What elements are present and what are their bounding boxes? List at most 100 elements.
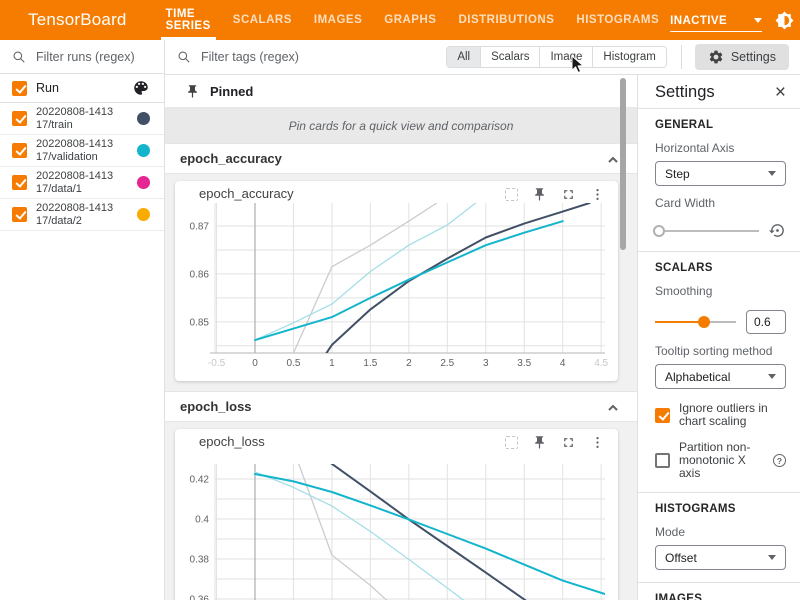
tag-filter-input[interactable] bbox=[199, 49, 446, 65]
tab-scalars[interactable]: SCALARS bbox=[222, 0, 303, 40]
chevron-down-icon bbox=[768, 171, 776, 176]
tag-filter-all[interactable]: All bbox=[447, 47, 480, 67]
run-checkbox[interactable] bbox=[12, 175, 27, 190]
svg-text:4.5: 4.5 bbox=[594, 358, 608, 369]
smoothing-slider[interactable] bbox=[655, 316, 736, 328]
run-row[interactable]: 20220808-141317/validation bbox=[0, 135, 164, 167]
close-icon[interactable]: × bbox=[775, 85, 786, 101]
tab-histograms[interactable]: HISTOGRAMS bbox=[565, 0, 670, 40]
run-name: 20220808-141317/data/2 bbox=[36, 202, 118, 227]
tag-filter-row bbox=[165, 49, 446, 65]
runs-column-header: Run bbox=[36, 81, 59, 95]
runs-sidebar: Run 20220808-141317/train 20220808-141317… bbox=[0, 40, 165, 600]
tooltip-sorting-label: Tooltip sorting method bbox=[655, 344, 786, 358]
run-color-dot bbox=[137, 208, 150, 221]
svg-text:0.38: 0.38 bbox=[190, 555, 210, 566]
card-area: epoch_accuracy -0.500.511.522.533.544.50… bbox=[165, 174, 637, 391]
run-checkbox[interactable] bbox=[12, 111, 27, 126]
tooltip-sorting-select[interactable]: Alphabetical bbox=[655, 364, 786, 389]
histogram-mode-select[interactable]: Offset bbox=[655, 545, 786, 570]
settings-section-histograms: HISTOGRAMS Mode Offset bbox=[638, 493, 800, 582]
run-color-dot bbox=[137, 176, 150, 189]
tag-filter-image[interactable]: Image bbox=[539, 47, 592, 67]
reload-status-select[interactable]: INACTIVE bbox=[670, 15, 762, 32]
horizontal-axis-value: Step bbox=[665, 167, 690, 181]
run-checkbox[interactable] bbox=[12, 143, 27, 158]
fit-to-data-icon[interactable] bbox=[505, 436, 518, 449]
svg-text:0.4: 0.4 bbox=[195, 515, 209, 526]
chevron-down-icon bbox=[768, 374, 776, 379]
tensorboard-app: TensorBoard TIME SERIESSCALARSIMAGESGRAP… bbox=[0, 0, 800, 600]
svg-text:0.5: 0.5 bbox=[287, 358, 301, 369]
pinned-title: Pinned bbox=[210, 84, 253, 99]
tag-filter-scalars[interactable]: Scalars bbox=[480, 47, 539, 67]
partition-x-axis-checkbox[interactable] bbox=[655, 453, 670, 468]
settings-section-images: IMAGES Brightness Contrast bbox=[638, 583, 800, 600]
chevron-up-icon[interactable] bbox=[607, 401, 619, 413]
settings-panel: Settings × GENERAL Horizontal Axis Step … bbox=[637, 75, 800, 600]
run-name: 20220808-141317/validation bbox=[36, 138, 118, 163]
svg-text:1.5: 1.5 bbox=[363, 358, 377, 369]
more-options-icon[interactable] bbox=[589, 186, 605, 202]
pinned-empty-message: Pin cards for a quick view and compariso… bbox=[165, 108, 637, 143]
epoch-accuracy-chart[interactable]: -0.500.511.522.533.544.50.850.860.87 bbox=[175, 201, 618, 379]
ignore-outliers-label: Ignore outliers in chart scaling bbox=[679, 402, 786, 428]
dark-mode-toggle-icon[interactable] bbox=[775, 11, 794, 30]
tag-toolbar: AllScalarsImageHistogram Settings bbox=[165, 40, 800, 75]
horizontal-axis-label: Horizontal Axis bbox=[655, 141, 786, 155]
fullscreen-icon[interactable] bbox=[560, 434, 576, 450]
scrollbar-thumb[interactable] bbox=[620, 78, 626, 250]
pin-icon[interactable] bbox=[531, 434, 547, 450]
tab-distributions[interactable]: DISTRIBUTIONS bbox=[447, 0, 565, 40]
run-checkbox[interactable] bbox=[12, 207, 27, 222]
fit-to-data-icon[interactable] bbox=[505, 188, 518, 201]
gear-icon bbox=[708, 49, 724, 65]
section-title: epoch_loss bbox=[180, 399, 252, 414]
smoothing-label: Smoothing bbox=[655, 284, 786, 298]
search-icon bbox=[177, 50, 191, 64]
reset-icon[interactable] bbox=[769, 222, 786, 239]
card-width-slider[interactable] bbox=[655, 225, 759, 237]
section-header-epoch-accuracy[interactable]: epoch_accuracy bbox=[165, 143, 637, 174]
main-nav-tabs: TIME SERIESSCALARSIMAGESGRAPHSDISTRIBUTI… bbox=[155, 0, 671, 40]
svg-text:2: 2 bbox=[406, 358, 412, 369]
chevron-down-icon bbox=[754, 18, 762, 23]
run-filter-input[interactable] bbox=[34, 49, 152, 65]
settings-button[interactable]: Settings bbox=[695, 44, 789, 70]
horizontal-axis-select[interactable]: Step bbox=[655, 161, 786, 186]
settings-section-scalars: SCALARS Smoothing 0.6 Tooltip sorting me… bbox=[638, 252, 800, 492]
toolbar-divider bbox=[681, 45, 682, 69]
select-all-runs-checkbox[interactable] bbox=[12, 81, 27, 96]
palette-icon[interactable] bbox=[132, 79, 150, 97]
section-header-epoch-loss[interactable]: epoch_loss bbox=[165, 391, 637, 422]
smoothing-value-input[interactable]: 0.6 bbox=[746, 310, 786, 334]
tab-time-series[interactable]: TIME SERIES bbox=[155, 0, 222, 40]
run-color-dot bbox=[137, 112, 150, 125]
section-title: epoch_accuracy bbox=[180, 151, 282, 166]
tab-images[interactable]: IMAGES bbox=[303, 0, 373, 40]
chevron-up-icon[interactable] bbox=[607, 153, 619, 165]
pinned-section-header: Pinned bbox=[165, 75, 637, 108]
fullscreen-icon[interactable] bbox=[560, 186, 576, 202]
section-heading: IMAGES bbox=[655, 593, 786, 600]
tab-graphs[interactable]: GRAPHS bbox=[373, 0, 447, 40]
partition-x-axis-label: Partition non-monotonic X axis bbox=[679, 441, 764, 480]
scalar-card-epoch-accuracy: epoch_accuracy -0.500.511.522.533.544.50… bbox=[175, 181, 618, 381]
help-icon[interactable]: ? bbox=[773, 454, 786, 467]
epoch-loss-chart[interactable]: 0.420.40.380.36 bbox=[175, 449, 618, 600]
section-heading: GENERAL bbox=[655, 119, 786, 131]
run-name: 20220808-141317/train bbox=[36, 106, 118, 131]
pin-icon[interactable] bbox=[531, 186, 547, 202]
tag-filter-histogram[interactable]: Histogram bbox=[592, 47, 665, 67]
svg-text:3: 3 bbox=[483, 358, 489, 369]
histogram-mode-value: Offset bbox=[665, 551, 697, 565]
svg-text:0: 0 bbox=[252, 358, 258, 369]
run-row[interactable]: 20220808-141317/train bbox=[0, 103, 164, 135]
run-row[interactable]: 20220808-141317/data/2 bbox=[0, 199, 164, 231]
svg-text:0.42: 0.42 bbox=[190, 475, 210, 486]
card-actions bbox=[505, 434, 605, 450]
settings-button-label: Settings bbox=[731, 50, 776, 64]
ignore-outliers-checkbox[interactable] bbox=[655, 408, 670, 423]
run-row[interactable]: 20220808-141317/data/1 bbox=[0, 167, 164, 199]
more-options-icon[interactable] bbox=[589, 434, 605, 450]
